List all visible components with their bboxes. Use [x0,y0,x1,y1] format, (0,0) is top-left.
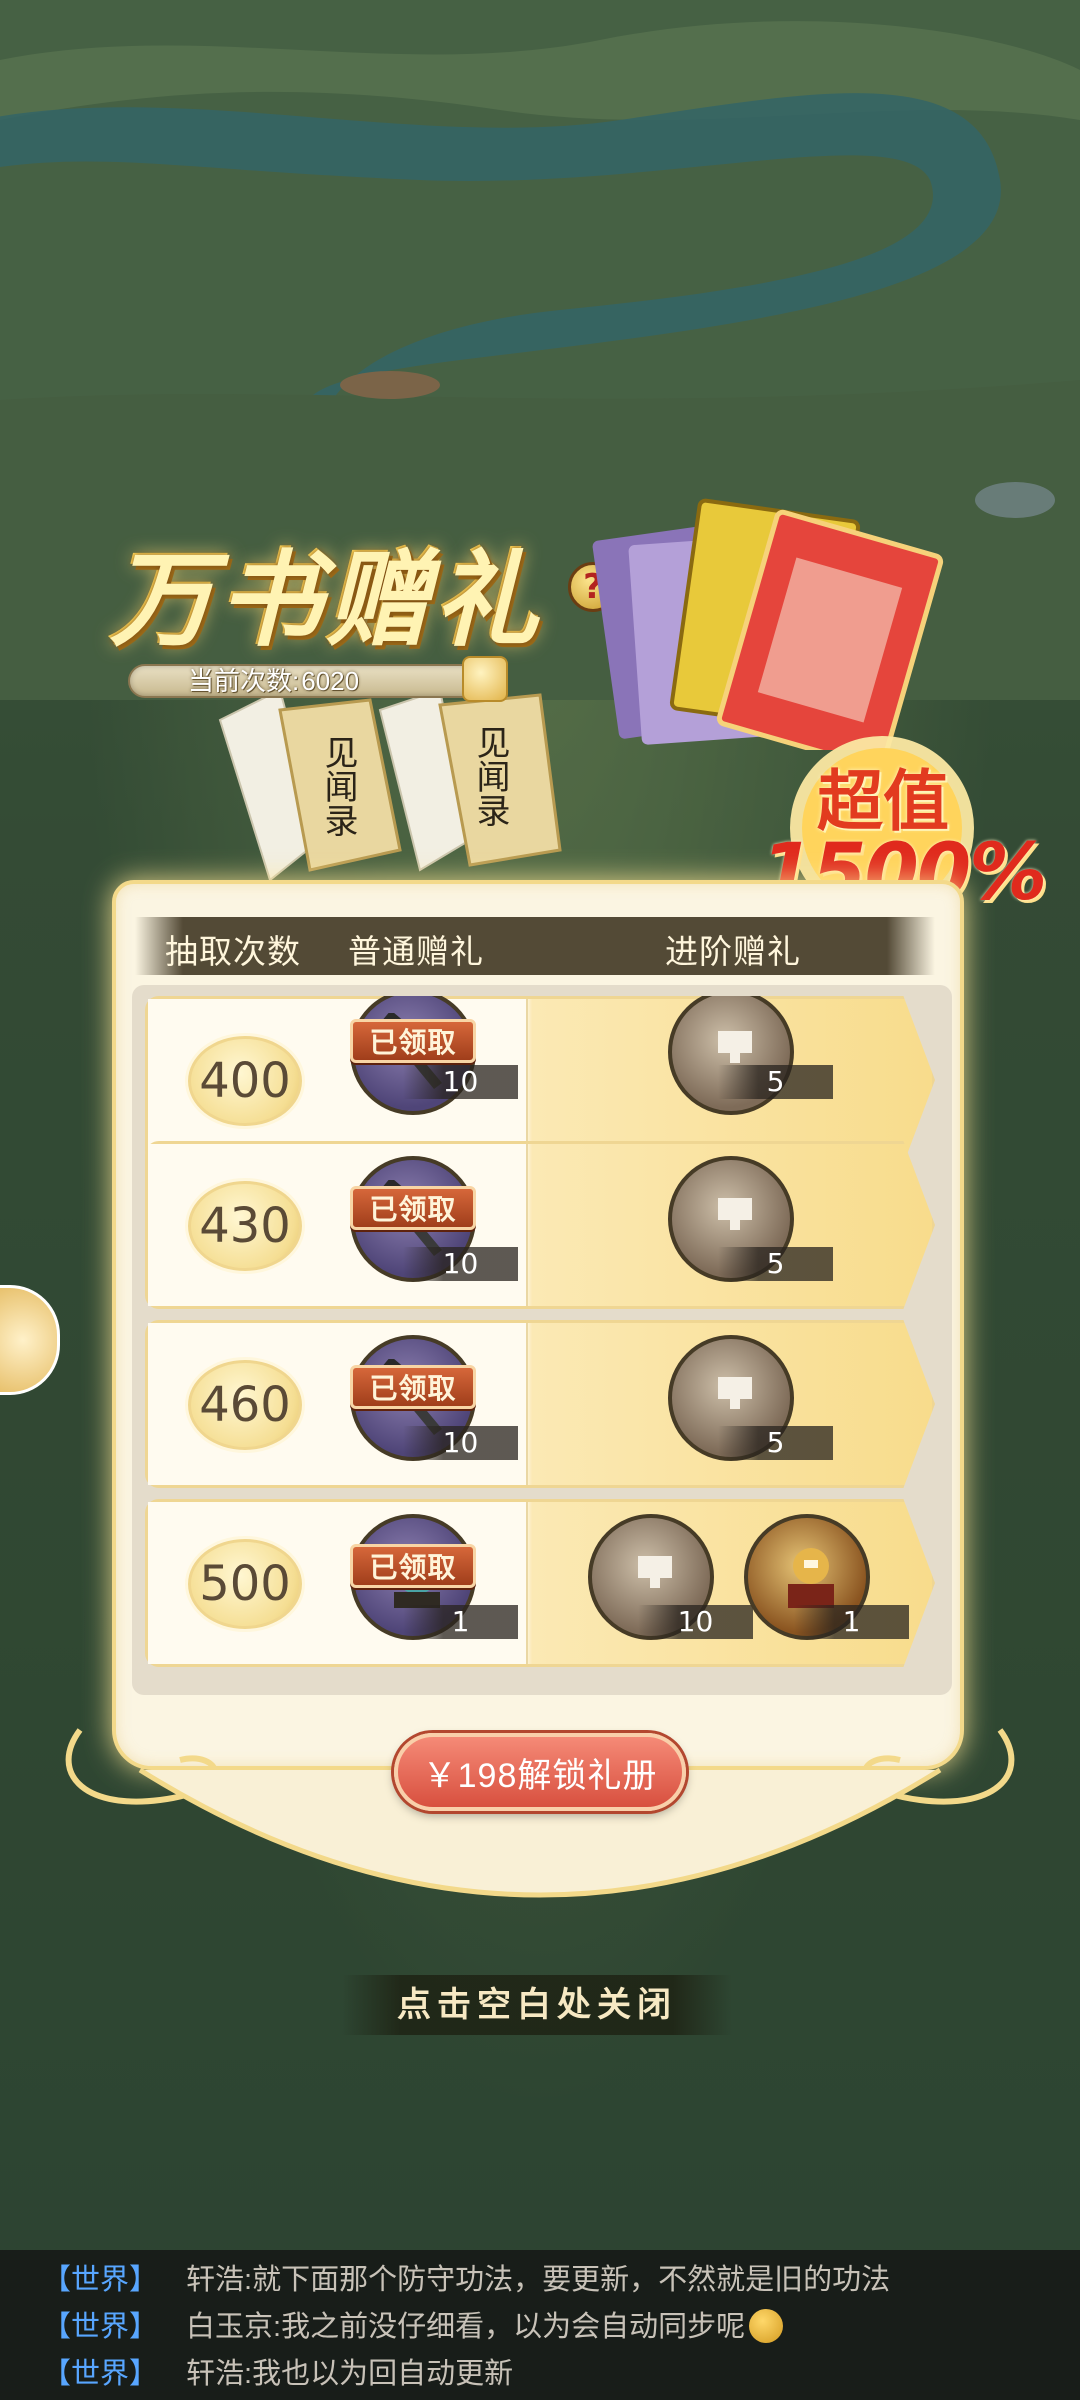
draw-count-coin: 460 [188,1360,302,1450]
claimed-badge: 已领取 [350,1365,476,1409]
chat-message: 【世界】 轩浩:就下面那个防守功法，要更新，不然就是旧的功法 [42,2258,890,2302]
chat-user[interactable]: 轩浩: [186,2264,252,2296]
chat-channel: 【世界】 [42,2358,159,2390]
claimed-badge: 已领取 [350,1544,476,1588]
item-quantity: 1 [403,1605,518,1639]
draw-count-value: 6020 [301,666,360,696]
chat-text: 我也以为回自动更新 [252,2358,514,2390]
table-row: 430 已领取 10 5 [145,1141,935,1309]
decorative-ribbon [65,1728,1015,1898]
item-quantity: 5 [718,1426,833,1460]
claimed-badge: 已领取 [350,1019,476,1063]
booklets-image [218,688,562,882]
unlock-gift-book-button[interactable]: ￥198解锁礼册 [394,1733,686,1811]
chat-user[interactable]: 白玉京: [186,2311,281,2343]
table-row: 500 已领取 1 10 1 [145,1499,935,1667]
item-quantity: 10 [403,1247,518,1281]
chat-text: 我之前没仔细看，以为会自动同步呢 [281,2311,746,2343]
chat-channel: 【世界】 [42,2264,159,2296]
draw-count-label: 当前次数: [188,666,300,696]
table-row: 460 已领取 10 5 [145,1320,935,1488]
page-title: 万书赠礼 [110,538,543,661]
chat-message: 【世界】 轩浩:我也以为回自动更新 [42,2352,513,2396]
booklet-label-1: 见闻录 [318,735,358,837]
draw-count-coin: 430 [188,1181,302,1271]
item-quantity: 1 [794,1605,909,1639]
emoji-icon [749,2309,784,2344]
item-quantity: 10 [403,1426,518,1460]
col-draw-count: 抽取次数 [165,933,301,970]
book-pile-image [592,498,944,750]
col-advanced-gift: 进阶赠礼 [665,933,801,970]
draw-count: 当前次数: 6020 [188,664,359,698]
item-quantity: 10 [638,1605,753,1639]
close-hint: 点击空白处关闭 [342,1975,732,2035]
book-coin-icon [462,656,508,702]
table-row: 400 已领取 10 5 [145,996,935,1164]
draw-count-coin: 500 [188,1539,302,1629]
claimed-badge: 已领取 [350,1186,476,1230]
item-quantity: 10 [403,1065,518,1099]
table-header: 抽取次数 普通赠礼 进阶赠礼 [135,917,935,975]
chat-message: 【世界】 白玉京:我之前没仔细看，以为会自动同步呢 [42,2305,784,2349]
booklet-label-2: 见闻录 [470,725,510,827]
chat-channel: 【世界】 [42,2311,159,2343]
col-normal-gift: 普通赠礼 [348,933,484,970]
chat-user[interactable]: 轩浩: [186,2358,252,2390]
item-quantity: 5 [718,1065,833,1099]
item-quantity: 5 [718,1247,833,1281]
world-chat[interactable]: 【世界】 轩浩:就下面那个防守功法，要更新，不然就是旧的功法 【世界】 白玉京:我之… [0,2250,1080,2400]
draw-count-coin: 400 [188,1036,302,1126]
chat-text: 就下面那个防守功法，要更新，不然就是旧的功法 [252,2264,891,2296]
